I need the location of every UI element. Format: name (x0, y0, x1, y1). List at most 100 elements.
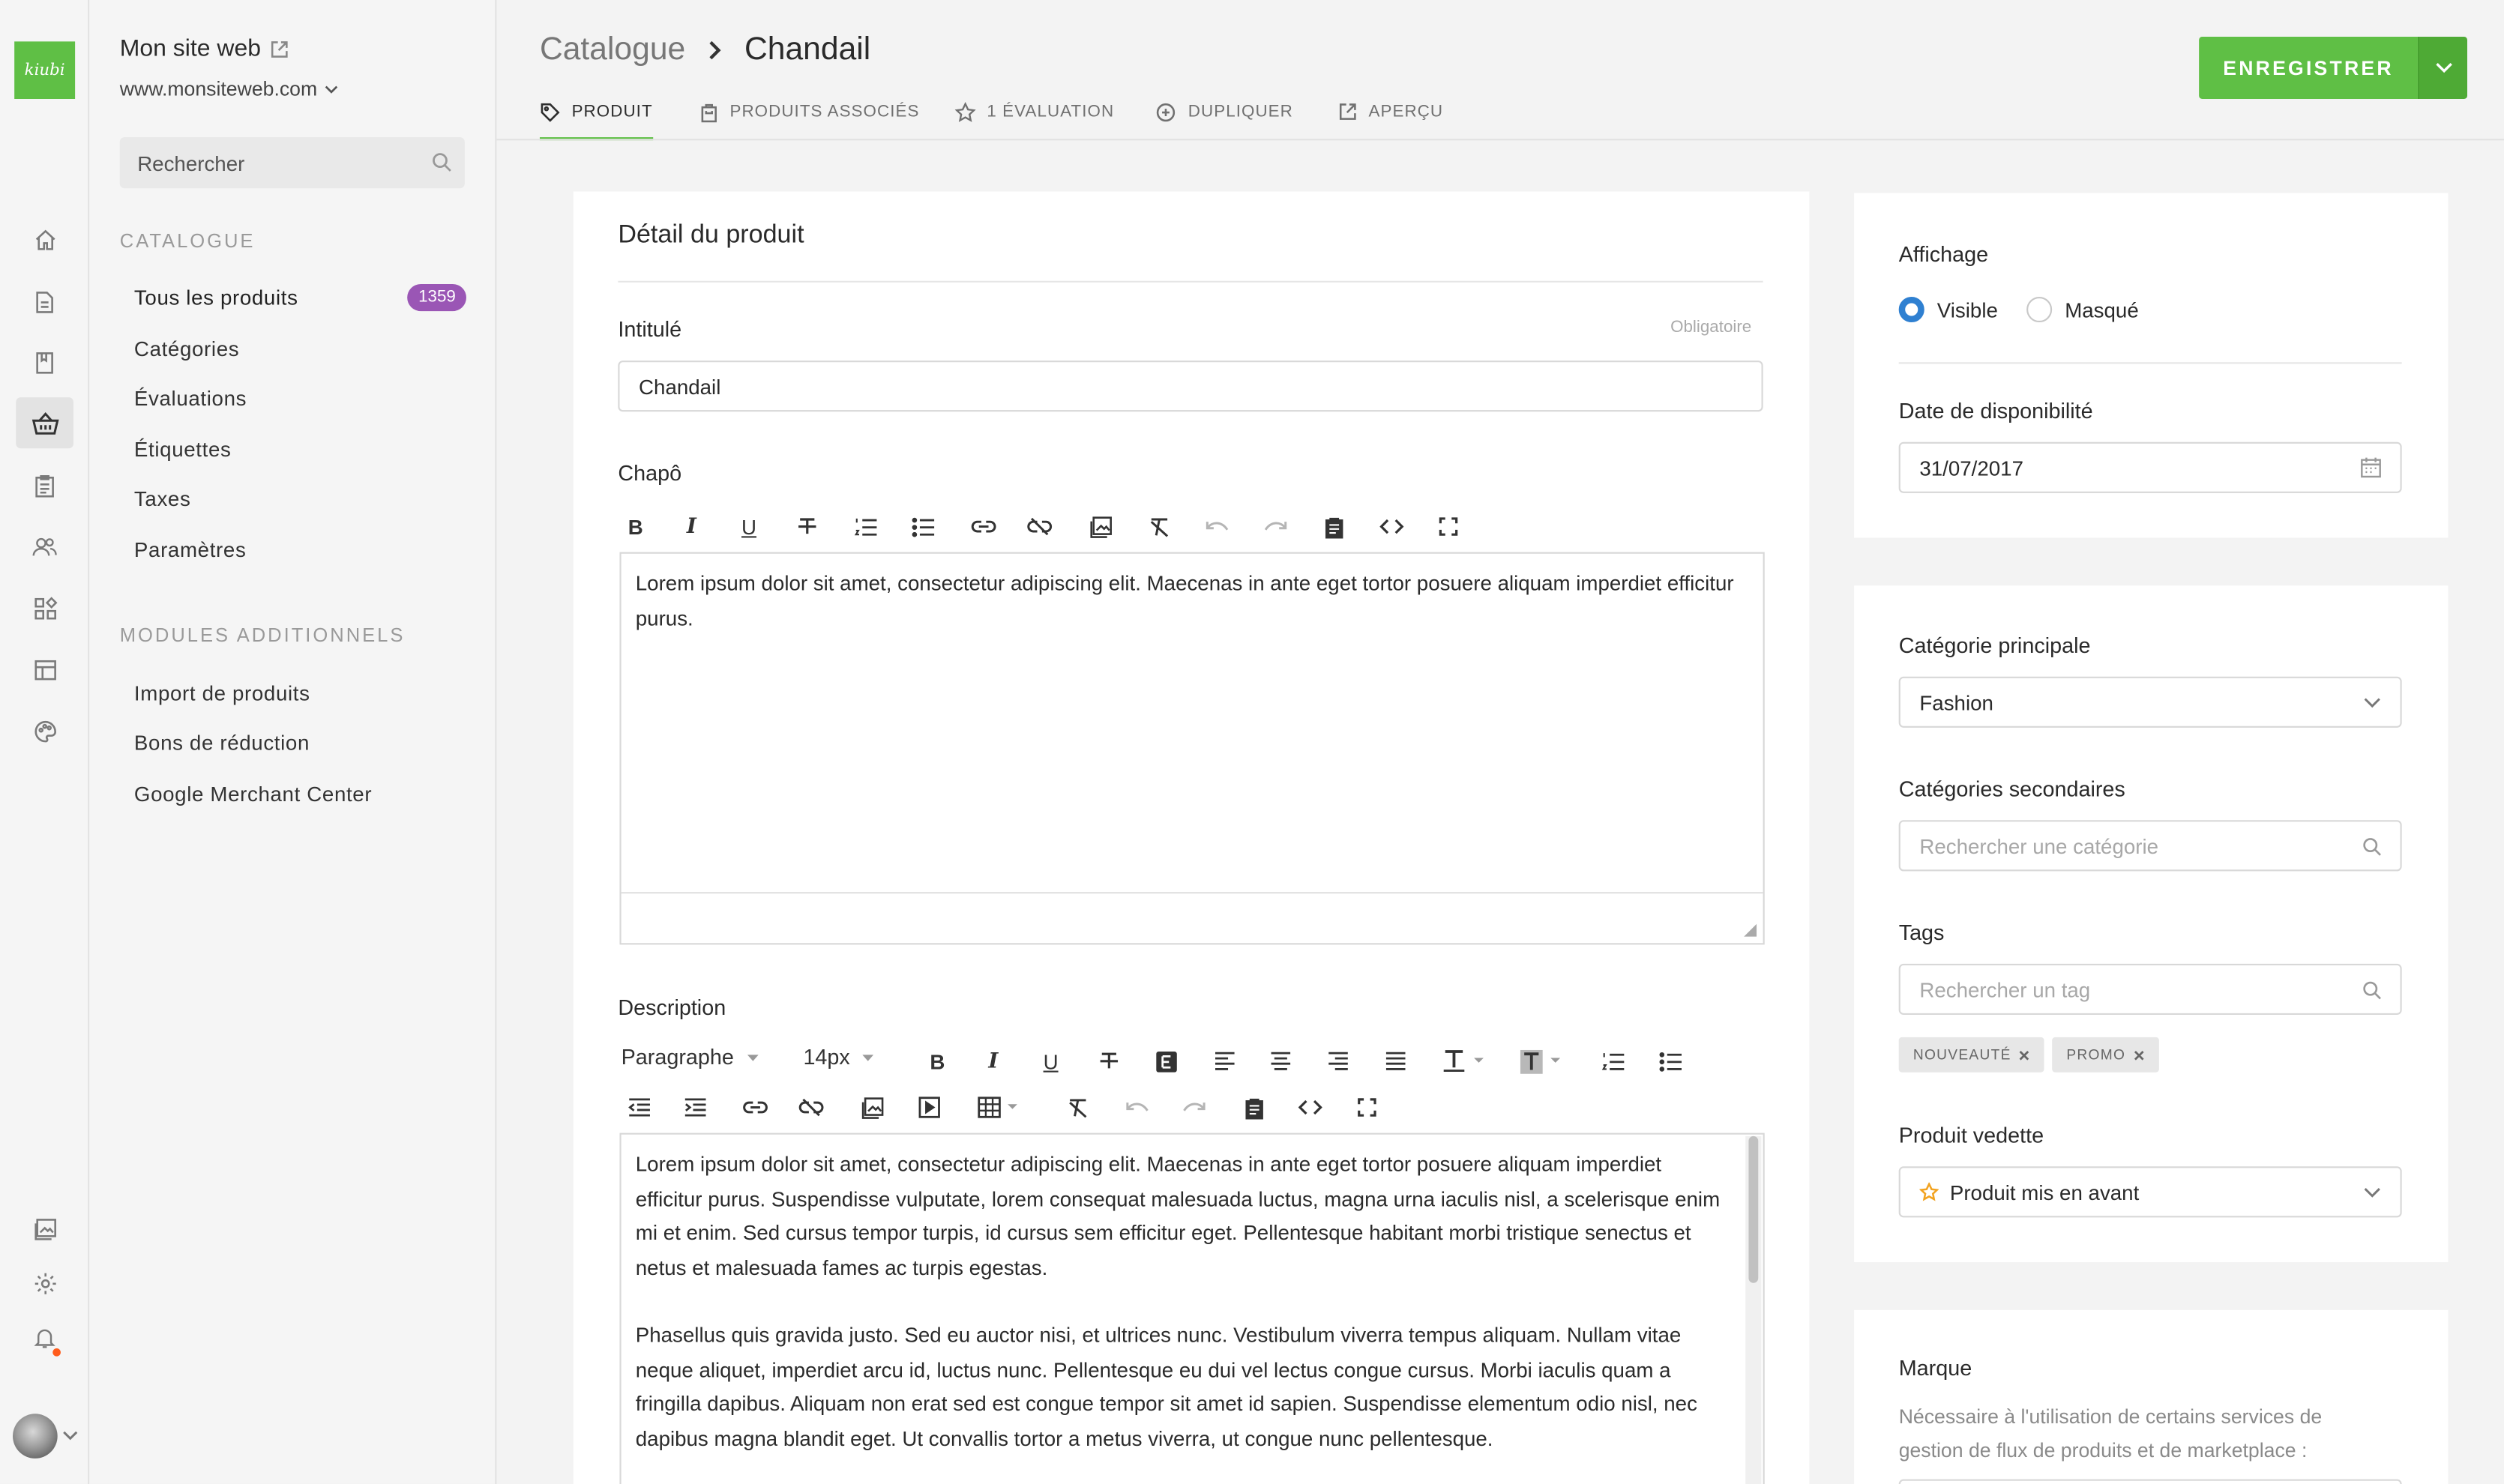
kiubi-logo[interactable]: kiubi (14, 41, 76, 99)
clear-format-button[interactable] (1059, 1090, 1097, 1125)
resize-handle-icon[interactable] (1744, 923, 1757, 937)
font-size-select[interactable]: 14px (803, 1045, 874, 1069)
sidebar-item-taxes[interactable]: Taxes (134, 486, 191, 510)
outdent-button[interactable] (619, 1090, 657, 1125)
fullscreen-button[interactable] (1348, 1090, 1386, 1125)
modules-icon[interactable] (16, 582, 73, 633)
sidebar-search[interactable] (119, 137, 465, 189)
sidebar-item-reviews[interactable]: Évaluations (134, 386, 247, 410)
site-name[interactable]: Mon site web (120, 35, 290, 62)
external-link-icon[interactable] (271, 39, 290, 58)
link-button[interactable] (736, 1090, 774, 1125)
sidebar-item-all-products[interactable]: Tous les produits (134, 286, 298, 310)
ordered-list-button[interactable] (846, 509, 885, 544)
background-color-button[interactable] (1514, 1043, 1568, 1079)
sidebar-item-settings[interactable]: Paramètres (134, 537, 247, 561)
strikethrough-button[interactable] (1089, 1043, 1128, 1079)
close-icon[interactable] (2019, 1049, 2030, 1061)
hidden-radio[interactable] (2026, 296, 2053, 323)
save-options-button[interactable] (2417, 36, 2468, 99)
layout-icon[interactable] (16, 645, 73, 696)
fullscreen-button[interactable] (1429, 509, 1467, 544)
underline-button[interactable]: U (729, 509, 768, 544)
unlink-button[interactable] (1020, 509, 1059, 544)
bell-icon[interactable] (16, 1312, 73, 1363)
tab-reviews[interactable]: 1 évaluation (954, 99, 1114, 140)
tag-chip[interactable]: Nouveauté (1898, 1037, 2045, 1073)
table-button[interactable] (971, 1090, 1025, 1125)
tags-field[interactable] (1898, 963, 2402, 1016)
bold-button[interactable]: B (918, 1043, 957, 1079)
align-center-button[interactable] (1262, 1043, 1300, 1079)
chapo-editor[interactable]: Lorem ipsum dolor sit amet, consectetur … (619, 552, 1765, 945)
paste-button[interactable] (1235, 1090, 1273, 1125)
gear-icon[interactable] (16, 1258, 73, 1309)
paste-button[interactable] (1314, 509, 1352, 544)
image-button[interactable] (852, 1090, 891, 1125)
home-icon[interactable] (16, 214, 73, 265)
secondary-categories-field[interactable] (1898, 820, 2402, 872)
basket-icon[interactable] (16, 397, 73, 449)
source-code-button[interactable] (1290, 1090, 1328, 1125)
tab-product[interactable]: Produit (539, 99, 654, 141)
close-icon[interactable] (2134, 1049, 2145, 1061)
description-editor[interactable]: Lorem ipsum dolor sit amet, consectetur … (619, 1132, 1765, 1484)
sidebar-item-merchant-center[interactable]: Google Merchant Center (134, 782, 372, 806)
availability-date-field[interactable] (1898, 441, 2402, 493)
media-icon[interactable] (16, 1203, 73, 1254)
italic-button[interactable]: I (672, 509, 711, 544)
sidebar-item-vouchers[interactable]: Bons de réduction (134, 731, 310, 755)
description-scrollbar[interactable] (1745, 1135, 1762, 1484)
visible-radio-label[interactable]: Visible (1937, 298, 1998, 322)
sidebar-item-categories[interactable]: Catégories (134, 337, 239, 361)
style-button[interactable] (1146, 1043, 1185, 1079)
hidden-radio-label[interactable]: Masqué (2065, 298, 2139, 322)
bullet-list-button[interactable] (1652, 1043, 1690, 1079)
clear-format-button[interactable] (1140, 509, 1179, 544)
book-icon[interactable] (16, 337, 73, 387)
palette-icon[interactable] (16, 705, 73, 756)
clipboard-icon[interactable] (16, 459, 73, 510)
site-url-selector[interactable]: www.monsiteweb.com (120, 78, 338, 100)
link-button[interactable] (965, 509, 1003, 544)
main-category-select[interactable]: Fashion (1898, 676, 2402, 728)
bold-button[interactable]: B (616, 509, 654, 544)
users-icon[interactable] (16, 522, 73, 573)
italic-button[interactable]: I (974, 1043, 1012, 1079)
intitule-field[interactable] (618, 361, 1763, 412)
undo-button[interactable] (1198, 509, 1236, 544)
sidebar-item-labels[interactable]: Étiquettes (134, 437, 232, 461)
calendar-icon[interactable] (2360, 456, 2381, 479)
indent-button[interactable] (675, 1090, 714, 1125)
tab-related-products[interactable]: Produits associés (699, 99, 919, 140)
text-color-button[interactable] (1437, 1043, 1491, 1079)
tab-duplicate[interactable]: Dupliquer (1155, 99, 1293, 140)
breadcrumb-parent[interactable]: Catalogue (540, 32, 685, 69)
redo-button[interactable] (1255, 509, 1293, 544)
scrollbar-thumb[interactable] (1748, 1135, 1759, 1283)
strikethrough-button[interactable] (787, 509, 825, 544)
tags-input[interactable] (1919, 977, 2362, 1001)
secondary-categories-input[interactable] (1919, 833, 2362, 858)
featured-product-select[interactable]: Produit mis en avant (1898, 1166, 2402, 1218)
format-select[interactable]: Paragraphe (622, 1045, 758, 1069)
intitule-input[interactable] (639, 374, 1742, 399)
bullet-list-button[interactable] (904, 509, 942, 544)
brand-field[interactable] (1898, 1479, 2402, 1484)
image-button[interactable] (1081, 509, 1119, 544)
tab-preview[interactable]: Aperçu (1338, 99, 1443, 140)
avatar[interactable] (13, 1414, 58, 1459)
save-button[interactable]: ENREGISTRER (2199, 36, 2418, 99)
justify-button[interactable] (1376, 1043, 1415, 1079)
align-left-button[interactable] (1206, 1043, 1244, 1079)
visible-radio[interactable] (1898, 296, 1924, 323)
search-input[interactable] (119, 137, 465, 189)
tag-chip[interactable]: Promo (2052, 1037, 2159, 1073)
undo-button[interactable] (1118, 1090, 1156, 1125)
underline-button[interactable]: U (1032, 1043, 1070, 1079)
availability-date-input[interactable] (1919, 455, 2360, 480)
video-button[interactable] (910, 1090, 948, 1125)
sidebar-item-import[interactable]: Import de produits (134, 681, 310, 705)
align-right-button[interactable] (1319, 1043, 1357, 1079)
page-icon[interactable] (16, 276, 73, 327)
